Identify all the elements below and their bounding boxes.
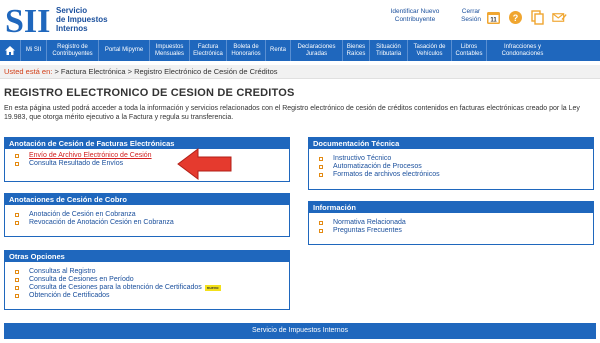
nav-libros-contables[interactable]: Libros Contables [452,40,487,61]
list-item: Formatos de archivos electrónicos [319,171,593,179]
bullet-icon [15,286,19,290]
box-otras-opciones: Otras Opciones Consultas al Registro Con… [4,250,290,310]
list-item: Obtención de Certificados [15,292,289,300]
anotacion-cobranza-link[interactable]: Anotación de Cesión en Cobranza [29,211,136,219]
bullet-icon [15,162,19,166]
org-name-line-2: de Impuestos [56,15,108,24]
nav-registro-contribuyentes[interactable]: Registro de Contribuyentes [47,40,99,61]
org-name: Servicio de Impuestos Internos [56,6,108,33]
list-item: Instructivo Técnico [319,155,593,163]
page-intro: En esta página usted podrá acceder a tod… [4,105,580,121]
list-item: Revocación de Anotación Cesión en Cobran… [15,219,289,227]
bullet-icon [15,278,19,282]
nav-boleta-honorarios[interactable]: Boleta de Honorarios [227,40,266,61]
bullet-icon [15,213,19,217]
nav-declaraciones-juradas[interactable]: Declaraciones Juradas [291,40,343,61]
org-name-line-3: Internos [56,24,88,33]
box-otras-title: Otras Opciones [5,251,289,262]
list-item: Normativa Relacionada [319,219,593,227]
breadcrumb-path[interactable]: > Factura Electrónica > Registro Electró… [54,67,277,76]
box-informacion-title: Información [309,202,593,213]
breadcrumb-here-label: Usted está en: [4,67,53,76]
box-cesion-cobro: Anotaciones de Cesión de Cobro Anotación… [4,193,290,237]
list-item: Consulta de Cesiones en Período [15,276,289,284]
box-anotacion-title: Anotación de Cesión de Facturas Electrón… [5,138,289,149]
bullet-icon [319,165,323,169]
nav-factura-electronica[interactable]: Factura Electrónica [190,40,227,61]
bullet-icon [15,294,19,298]
box-anotacion-cesion: Anotación de Cesión de Facturas Electrón… [4,137,290,182]
sii-logo[interactable]: SII [4,2,50,36]
header-links: Identificar Nuevo Contribuyente Cerrar S… [389,8,485,24]
bullet-icon [15,221,19,225]
box-documentacion-tecnica: Documentación Técnica Instructivo Técnic… [308,137,594,190]
nav-infracciones-condonaciones[interactable]: Infracciones y Condonaciones [487,40,558,61]
bullet-icon [15,270,19,274]
org-name-line-1: Servicio [56,6,88,15]
site-footer: Servicio de Impuestos Internos [4,323,596,339]
consulta-cesiones-certificados-link[interactable]: Consulta de Cesiones para la obtención d… [29,284,202,292]
nav-impuestos-mensuales[interactable]: Impuestos Mensuales [150,40,190,61]
box-cobro-title: Anotaciones de Cesión de Cobro [5,194,289,205]
list-item: Preguntas Frecuentes [319,227,593,235]
nav-tasacion-vehiculos[interactable]: Tasación de Vehículos [408,40,452,61]
preguntas-frecuentes-link[interactable]: Preguntas Frecuentes [333,227,402,235]
svg-text:?: ? [513,13,519,23]
logout-link[interactable]: Cerrar Sesión [457,8,485,24]
nav-mi-sii[interactable]: Mi SII [21,40,47,61]
obtencion-certificados-link[interactable]: Obtención de Certificados [29,292,110,300]
logo-text: SII [5,3,50,36]
list-item: Consulta Resultado de Envíos [15,160,289,168]
svg-text:11: 11 [490,18,497,24]
nav-bienes-raices[interactable]: Bienes Raíces [343,40,370,61]
mail-icon[interactable] [552,10,567,25]
automatizacion-procesos-link[interactable]: Automatización de Procesos [333,163,422,171]
box-informacion: Información Normativa Relacionada Pregun… [308,201,594,245]
instructivo-tecnico-link[interactable]: Instructivo Técnico [333,155,391,163]
nuevo-badge: nuevo [204,285,221,291]
list-item: Automatización de Procesos [319,163,593,171]
identify-taxpayer-link[interactable]: Identificar Nuevo Contribuyente [389,8,441,24]
red-arrow-icon [177,148,232,180]
page-title: REGISTRO ELECTRONICO DE CESION DE CREDIT… [4,87,295,99]
site-header: SII Servicio de Impuestos Internos Ident… [0,0,600,38]
formatos-archivos-link[interactable]: Formatos de archivos electrónicos [333,171,440,179]
bullet-icon [319,173,323,177]
calendar-icon[interactable]: 11 [486,10,501,25]
nav-renta[interactable]: Renta [266,40,291,61]
home-icon [5,46,15,55]
breadcrumb: Usted está en: > Factura Electrónica > R… [0,65,600,79]
nav-situacion-tributaria[interactable]: Situación Tributaria [370,40,408,61]
list-item: Anotación de Cesión en Cobranza [15,211,289,219]
nav-portal-mipyme[interactable]: Portal Mipyme [99,40,150,61]
consulta-cesiones-periodo-link[interactable]: Consulta de Cesiones en Período [29,276,134,284]
consultas-registro-link[interactable]: Consultas al Registro [29,268,96,276]
header-icons: 11 ? [486,10,567,25]
list-item: Envío de Archivo Electrónico de Cesión [15,152,289,160]
revocacion-cobranza-link[interactable]: Revocación de Anotación Cesión en Cobran… [29,219,174,227]
box-documentacion-title: Documentación Técnica [309,138,593,149]
consulta-resultado-link[interactable]: Consulta Resultado de Envíos [29,160,123,168]
nav-home-button[interactable] [0,40,21,61]
envio-archivo-link[interactable]: Envío de Archivo Electrónico de Cesión [29,152,152,160]
main-nav: Mi SII Registro de Contribuyentes Portal… [0,40,600,61]
bullet-icon [15,154,19,158]
bullet-icon [319,157,323,161]
list-item: Consulta de Cesiones para la obtención d… [15,284,289,292]
documents-icon[interactable] [530,10,545,25]
bullet-icon [319,229,323,233]
normativa-relacionada-link[interactable]: Normativa Relacionada [333,219,406,227]
list-item: Consultas al Registro [15,268,289,276]
help-icon[interactable]: ? [508,10,523,25]
bullet-icon [319,221,323,225]
